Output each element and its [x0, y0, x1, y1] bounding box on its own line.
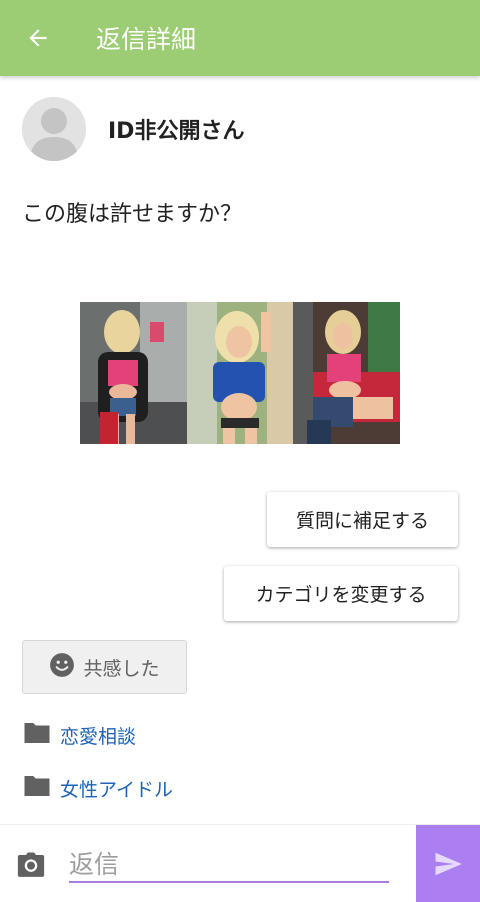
- reply-input[interactable]: 返信: [69, 837, 389, 883]
- arrow-left-icon: [29, 29, 47, 47]
- reply-composer: 返信: [0, 824, 480, 902]
- default-avatar-icon: [22, 97, 86, 161]
- photo-collage[interactable]: [80, 302, 401, 444]
- category-link-idol[interactable]: 女性アイドル: [22, 773, 173, 804]
- author: ID非公開さん: [22, 97, 244, 161]
- smiley-icon: [49, 652, 75, 683]
- photo-3[interactable]: [293, 302, 401, 444]
- empathy-button[interactable]: 共感した: [22, 640, 187, 694]
- photo-2[interactable]: [186, 302, 294, 444]
- category-label: 女性アイドル: [60, 779, 174, 801]
- camera-icon[interactable]: [16, 851, 46, 883]
- category-label: 恋愛相談: [60, 726, 137, 748]
- change-category-button[interactable]: カテゴリを変更する: [224, 566, 458, 621]
- question-text: この腹は許せますか？: [22, 202, 243, 227]
- back-button[interactable]: [0, 0, 76, 76]
- empathy-label: 共感した: [83, 657, 160, 680]
- author-name: ID非公開さん: [108, 119, 245, 144]
- folder-icon: [22, 773, 52, 804]
- send-button[interactable]: [416, 825, 480, 902]
- send-icon: [435, 852, 462, 876]
- supplement-question-button[interactable]: 質問に補足する: [267, 492, 458, 547]
- folder-icon: [22, 720, 52, 751]
- app-bar: 返信詳細: [0, 0, 480, 76]
- category-link-romance[interactable]: 恋愛相談: [22, 720, 136, 751]
- page-title: 返信詳細: [96, 25, 197, 54]
- photo-1[interactable]: [80, 302, 187, 444]
